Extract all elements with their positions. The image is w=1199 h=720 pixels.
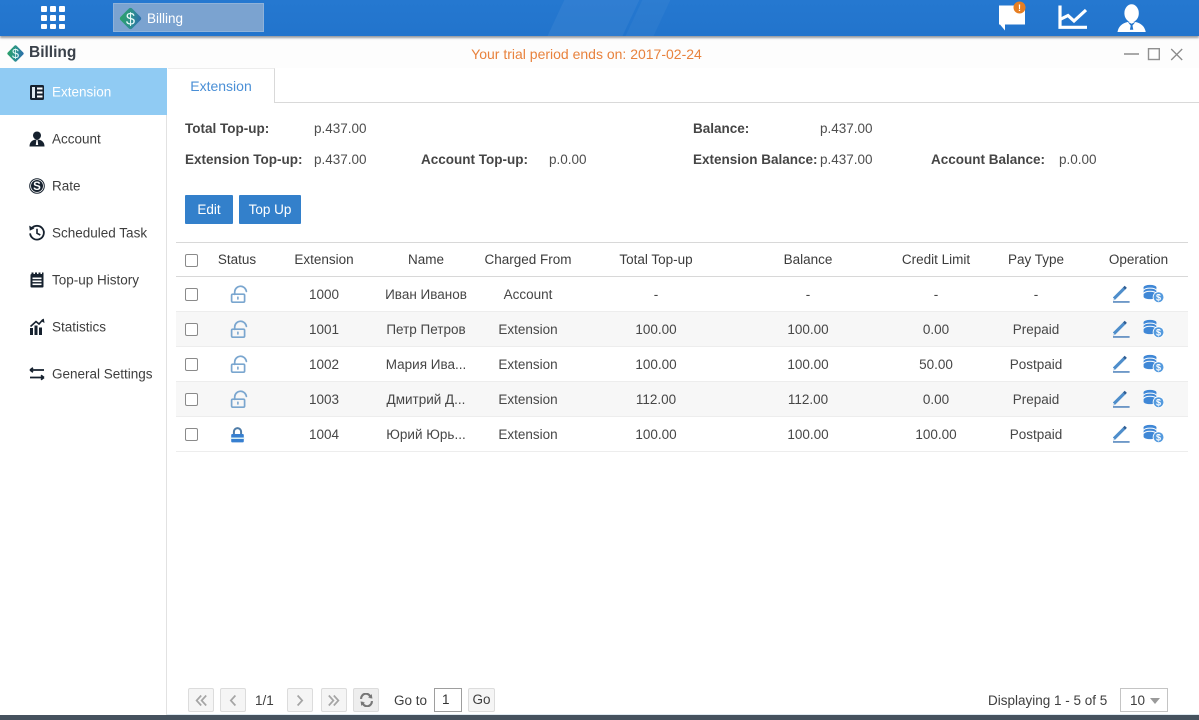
svg-text:$: $ (126, 11, 135, 29)
svg-text:$: $ (1156, 363, 1161, 373)
svg-text:S: S (33, 181, 41, 193)
svg-text:!: ! (1018, 3, 1021, 13)
svg-text:$: $ (1156, 433, 1161, 443)
svg-text:$: $ (1156, 398, 1161, 408)
svg-text:$: $ (1156, 293, 1161, 303)
svg-text:$: $ (1156, 328, 1161, 338)
